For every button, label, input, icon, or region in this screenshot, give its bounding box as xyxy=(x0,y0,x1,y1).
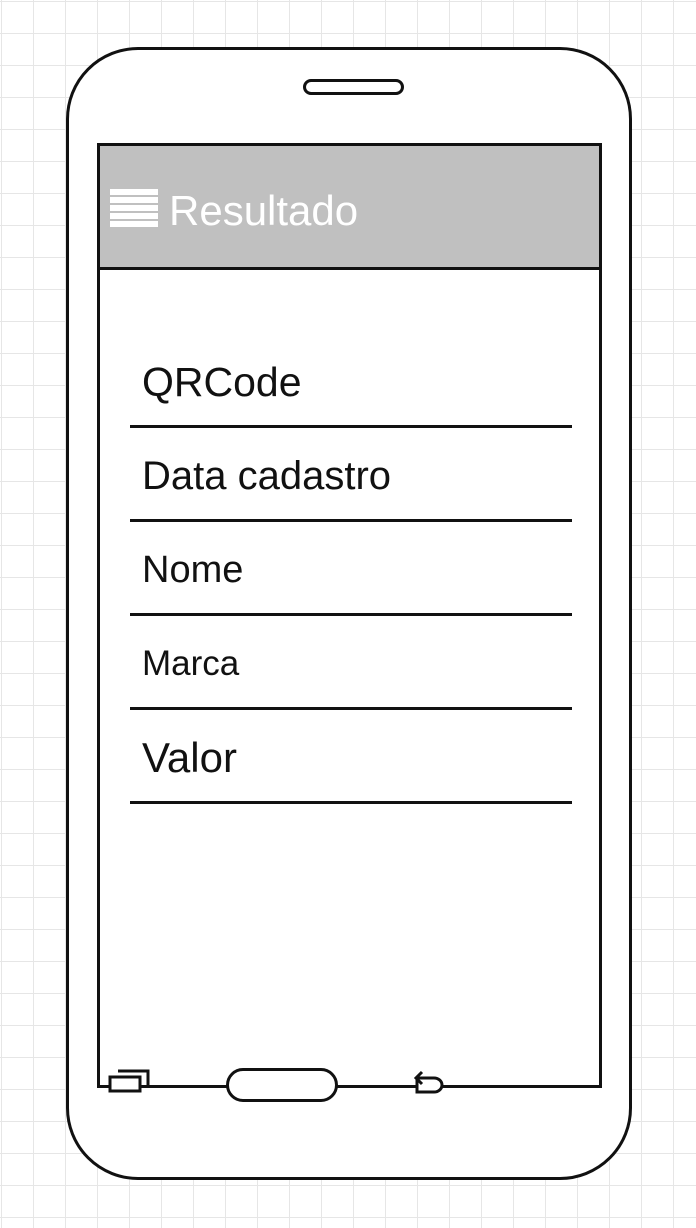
hamburger-menu-icon[interactable] xyxy=(110,189,158,227)
field-valor[interactable]: Valor xyxy=(130,710,572,804)
page-title: Resultado xyxy=(169,187,359,234)
field-marca[interactable]: Marca xyxy=(130,616,572,710)
home-button[interactable] xyxy=(226,1068,338,1102)
app-bar: Resultado xyxy=(100,146,599,270)
speaker-grille xyxy=(303,79,404,95)
field-label: Valor xyxy=(142,734,237,781)
phone-frame: Resultado QRCode Data cadastro Nome Marc… xyxy=(66,47,632,1180)
field-nome[interactable]: Nome xyxy=(130,522,572,616)
field-data-cadastro[interactable]: Data cadastro xyxy=(130,428,572,522)
field-label: Nome xyxy=(142,549,244,591)
recent-apps-icon[interactable] xyxy=(108,1068,152,1098)
field-label: Marca xyxy=(142,644,240,683)
back-icon[interactable] xyxy=(412,1070,446,1096)
phone-screen: Resultado QRCode Data cadastro Nome Marc… xyxy=(97,143,602,1088)
field-qrcode[interactable]: QRCode xyxy=(130,334,572,428)
field-label: Data cadastro xyxy=(142,454,392,498)
field-label: QRCode xyxy=(142,359,302,405)
result-fields: QRCode Data cadastro Nome Marca Valor xyxy=(130,334,572,804)
